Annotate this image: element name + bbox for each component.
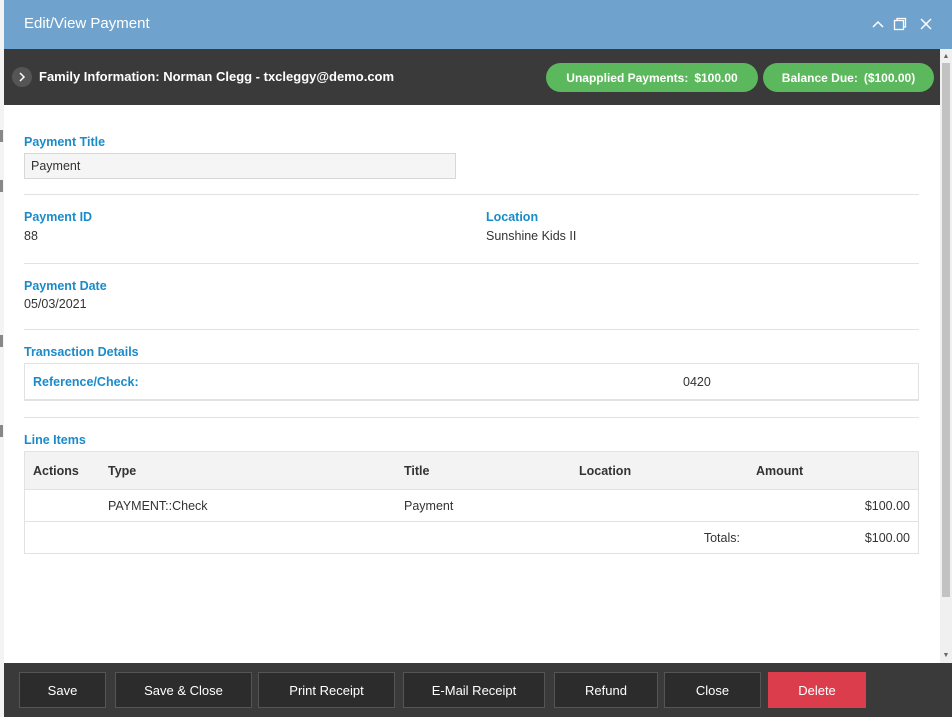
scroll-up-arrow-icon[interactable]: ▲	[940, 51, 952, 61]
section-divider	[24, 417, 919, 418]
column-header-actions: Actions	[24, 451, 100, 490]
payment-id-value: 88	[24, 229, 38, 243]
row-amount-cell: $100.00	[748, 489, 919, 522]
line-items-table: Actions Type Title Location Amount PAYME…	[24, 451, 919, 554]
print-receipt-button[interactable]: Print Receipt	[258, 672, 395, 708]
restore-icon[interactable]	[890, 14, 910, 34]
totals-empty-cell	[100, 521, 396, 554]
column-header-type: Type	[100, 451, 396, 490]
backdrop-mark	[0, 130, 3, 142]
backdrop-mark	[0, 425, 3, 437]
refund-button[interactable]: Refund	[554, 672, 658, 708]
unapplied-payments-value: $100.00	[694, 70, 738, 85]
totals-row: Totals: $100.00	[24, 521, 919, 554]
row-location-cell	[571, 489, 748, 522]
chevron-right-icon[interactable]	[12, 67, 32, 87]
totals-label: Totals:	[571, 521, 748, 554]
family-info-bar: Family Information: Norman Clegg - txcle…	[4, 49, 940, 105]
row-type-cell: PAYMENT::Check	[100, 489, 396, 522]
scroll-down-arrow-icon[interactable]: ▼	[940, 650, 952, 660]
payment-date-label: Payment Date	[24, 279, 107, 293]
section-divider	[24, 263, 919, 264]
totals-empty-cell	[396, 521, 571, 554]
totals-value: $100.00	[748, 521, 919, 554]
content-scrollbar[interactable]: ▲ ▼	[940, 49, 952, 663]
reference-check-label: Reference/Check:	[33, 375, 139, 389]
modal-title: Edit/View Payment	[24, 15, 150, 32]
balance-due-badge: Balance Due: ($100.00)	[763, 63, 934, 92]
save-close-button[interactable]: Save & Close	[115, 672, 252, 708]
scrollbar-thumb[interactable]	[942, 63, 950, 597]
close-icon[interactable]	[916, 14, 936, 34]
payment-date-value: 05/03/2021	[24, 297, 87, 311]
location-value: Sunshine Kids II	[486, 229, 577, 243]
backdrop-mark	[0, 335, 3, 347]
close-button[interactable]: Close	[664, 672, 761, 708]
location-label: Location	[486, 210, 539, 224]
transaction-details-label: Transaction Details	[24, 345, 139, 359]
edit-payment-modal: Edit/View Payment Family Information: No…	[4, 0, 952, 717]
totals-empty-cell	[24, 521, 100, 554]
balance-due-label: Balance Due:	[781, 70, 858, 85]
email-receipt-button[interactable]: E-Mail Receipt	[403, 672, 545, 708]
save-button[interactable]: Save	[19, 672, 106, 708]
table-header-row: Actions Type Title Location Amount	[24, 451, 919, 490]
family-info-label[interactable]: Family Information: Norman Clegg - txcle…	[39, 69, 394, 84]
column-header-amount: Amount	[748, 451, 919, 490]
balance-due-value: ($100.00)	[863, 70, 916, 85]
payment-id-label: Payment ID	[24, 210, 93, 224]
reference-check-value: 0420	[683, 375, 711, 389]
line-items-label: Line Items	[24, 433, 86, 447]
section-divider	[24, 329, 919, 330]
unapplied-payments-label: Unapplied Payments:	[566, 70, 689, 85]
section-divider	[24, 194, 919, 195]
chevron-up-icon[interactable]	[868, 14, 888, 34]
transaction-details-box: Reference/Check: 0420	[24, 363, 919, 401]
payment-title-input[interactable]	[24, 153, 456, 179]
column-header-title: Title	[396, 451, 571, 490]
row-title-cell: Payment	[396, 489, 571, 522]
unapplied-payments-badge: Unapplied Payments: $100.00	[546, 63, 758, 92]
payment-title-label: Payment Title	[24, 135, 106, 149]
table-row: PAYMENT::Check Payment $100.00	[24, 489, 919, 522]
delete-button[interactable]: Delete	[768, 672, 866, 708]
modal-titlebar: Edit/View Payment	[4, 0, 952, 49]
modal-footer: Save Save & Close Print Receipt E-Mail R…	[4, 663, 952, 717]
backdrop-mark	[0, 180, 3, 192]
column-header-location: Location	[571, 451, 748, 490]
row-actions-cell	[24, 489, 100, 522]
modal-content: Payment Title Payment ID 88 Location Sun…	[4, 105, 940, 663]
